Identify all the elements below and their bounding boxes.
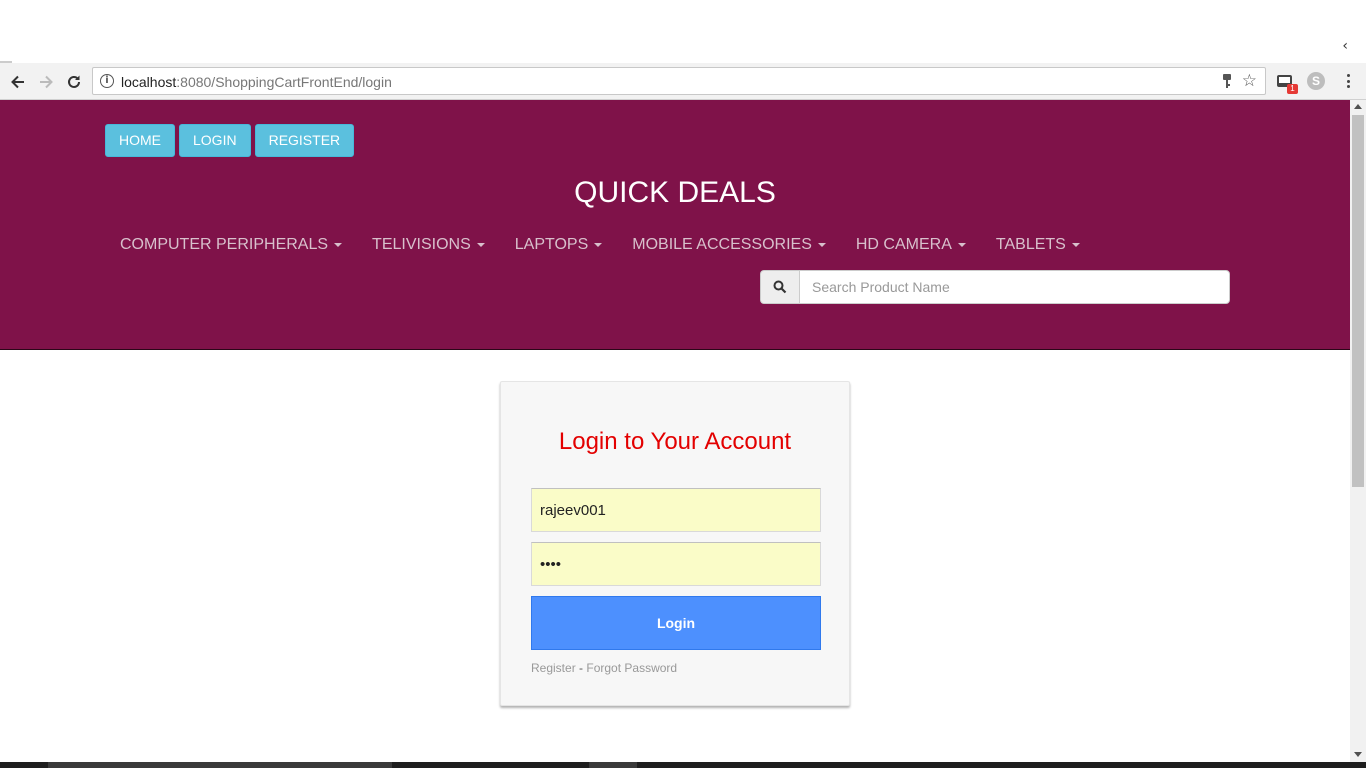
extension-badge: 1 (1287, 84, 1298, 94)
login-submit-button[interactable]: Login (531, 596, 821, 650)
skype-icon[interactable]: S (1307, 72, 1325, 90)
window-top-strip: ‹ (0, 0, 1366, 63)
register-button[interactable]: REGISTER (254, 124, 355, 157)
caret-down-icon (334, 243, 343, 247)
category-label: TELIVISIONS (372, 236, 471, 253)
caret-down-icon (1071, 243, 1080, 247)
extension-button[interactable]: 1 (1275, 72, 1298, 94)
home-button[interactable]: HOME (105, 124, 175, 157)
category-nav: COMPUTER PERIPHERALS TELIVISIONS LAPTOPS… (105, 236, 1095, 254)
page-viewport: HOME LOGIN REGISTER QUICK DEALS COMPUTER… (0, 100, 1350, 762)
category-laptops[interactable]: LAPTOPS (500, 236, 618, 254)
url-host: localhost (121, 74, 177, 90)
login-card: Login to Your Account Login Register - F… (500, 381, 850, 706)
arrow-right-icon (40, 75, 53, 89)
url-path: :8080/ShoppingCartFrontEnd/login (176, 74, 392, 90)
reload-icon (68, 75, 80, 88)
taskbar-item[interactable] (48, 762, 392, 768)
product-search (760, 270, 1230, 304)
category-label: HD CAMERA (855, 236, 952, 253)
register-link[interactable]: Register (531, 661, 576, 675)
chevron-left-icon[interactable]: ‹ (1342, 38, 1348, 54)
caret-down-icon (476, 243, 485, 247)
caret-down-icon (817, 243, 826, 247)
forward-button[interactable] (35, 71, 57, 93)
arrow-left-icon (11, 75, 24, 89)
taskbar-item[interactable] (589, 762, 637, 768)
category-computer-peripherals[interactable]: COMPUTER PERIPHERALS (105, 236, 357, 254)
caret-down-icon (594, 243, 603, 247)
page-scrollbar[interactable] (1350, 100, 1366, 762)
search-icon (773, 280, 787, 294)
login-button[interactable]: LOGIN (179, 124, 251, 157)
link-separator: - (579, 661, 584, 675)
category-mobile-accessories[interactable]: MOBILE ACCESSORIES (617, 236, 841, 254)
search-input[interactable] (799, 270, 1230, 304)
category-label: TABLETS (995, 236, 1066, 253)
category-label: COMPUTER PERIPHERALS (120, 236, 329, 253)
category-hd-camera[interactable]: HD CAMERA (841, 236, 981, 254)
category-label: MOBILE ACCESSORIES (632, 236, 812, 253)
star-icon[interactable]: ☆ (1242, 71, 1257, 91)
info-icon[interactable]: i (100, 74, 114, 88)
search-button[interactable] (760, 270, 799, 304)
caret-down-icon (957, 243, 966, 247)
scroll-up-icon[interactable] (1354, 104, 1362, 109)
more-vert-icon[interactable] (1342, 71, 1354, 91)
password-field[interactable] (531, 542, 821, 586)
scrollbar-thumb[interactable] (1352, 115, 1364, 487)
username-field[interactable] (531, 488, 821, 532)
reload-button[interactable] (63, 71, 85, 93)
category-televisions[interactable]: TELIVISIONS (357, 236, 500, 254)
browser-toolbar: i localhost:8080/ShoppingCartFrontEnd/lo… (0, 63, 1366, 100)
taskbar-edge (0, 762, 1366, 768)
login-title: Login to Your Account (558, 428, 792, 455)
address-bar[interactable]: i localhost:8080/ShoppingCartFrontEnd/lo… (92, 67, 1266, 95)
key-icon[interactable] (1221, 73, 1233, 89)
url-text[interactable]: localhost:8080/ShoppingCartFrontEnd/logi… (121, 74, 392, 90)
brand-title: QUICK DEALS (574, 176, 776, 209)
category-tablets[interactable]: TABLETS (981, 236, 1095, 254)
login-links: Register - Forgot Password (531, 661, 677, 675)
top-nav-buttons: HOME LOGIN REGISTER (105, 124, 355, 157)
category-label: LAPTOPS (514, 236, 589, 253)
scroll-down-icon[interactable] (1354, 752, 1362, 757)
forgot-password-link[interactable]: Forgot Password (586, 661, 677, 675)
site-header: HOME LOGIN REGISTER QUICK DEALS COMPUTER… (0, 100, 1350, 350)
back-button[interactable] (7, 71, 29, 93)
